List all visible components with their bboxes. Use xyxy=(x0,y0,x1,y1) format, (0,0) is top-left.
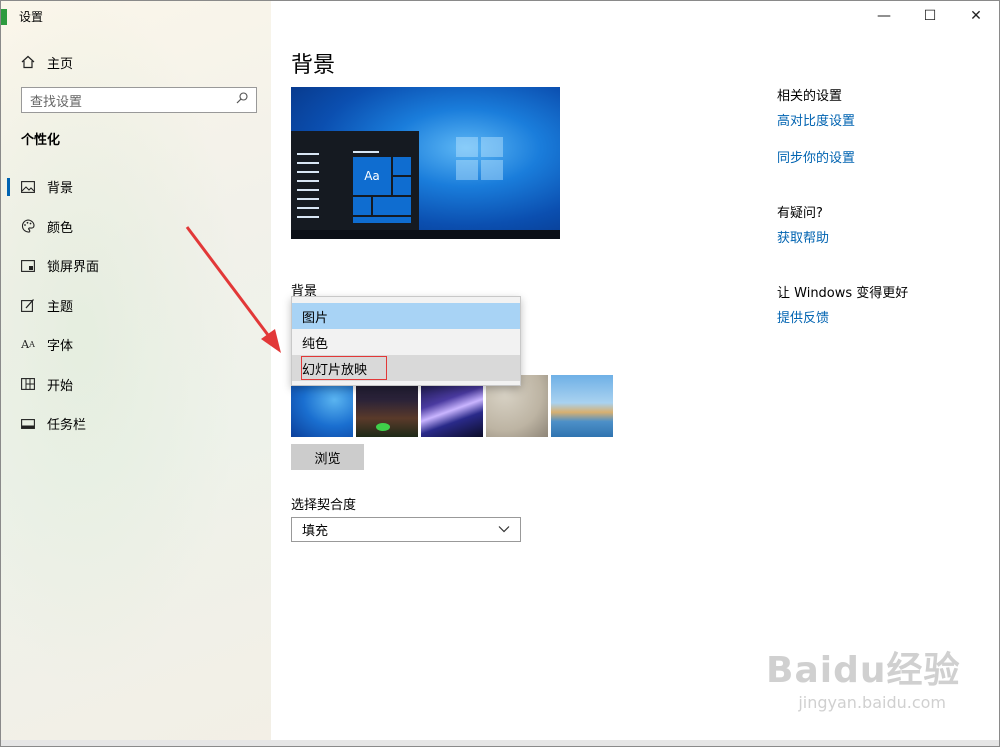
background-preview: Aa xyxy=(291,87,560,239)
taskbar-edge-indicator xyxy=(1,9,7,25)
fit-select[interactable]: 填充 xyxy=(291,517,521,542)
sidebar-item-label: 背景 xyxy=(47,181,74,197)
watermark-brand: Baidu经验 xyxy=(766,650,961,691)
sidebar: 设置 主页 查找设置 个性化 背景 颜色 锁屏界面 主题 A A 字体 开始 任… xyxy=(1,1,271,746)
preview-header-line xyxy=(353,151,379,153)
sidebar-item-start[interactable]: 开始 xyxy=(1,365,271,405)
bottom-edge xyxy=(1,740,999,746)
question-header: 有疑问? xyxy=(777,206,823,221)
annotation-highlight-box xyxy=(301,356,387,380)
annotation-arrow xyxy=(185,226,281,353)
high-contrast-link[interactable]: 高对比度设置 xyxy=(777,110,987,129)
font-icon: AA xyxy=(21,338,35,352)
theme-icon xyxy=(21,298,35,313)
preview-tile xyxy=(393,177,411,195)
fit-label: 选择契合度 xyxy=(291,498,357,513)
sidebar-item-taskbar[interactable]: 任务栏 xyxy=(1,404,271,444)
chevron-down-icon xyxy=(498,522,510,537)
fit-select-value: 填充 xyxy=(302,524,329,539)
get-help-link[interactable]: 获取帮助 xyxy=(777,227,987,246)
home-icon xyxy=(21,55,35,69)
image-icon xyxy=(21,180,35,194)
sidebar-item-label: 开始 xyxy=(47,378,74,394)
close-button[interactable]: ✕ xyxy=(953,1,999,31)
sidebar-item-label: 颜色 xyxy=(47,220,74,236)
improve-windows-header: 让 Windows 变得更好 xyxy=(777,286,909,301)
preview-tile xyxy=(393,157,411,175)
sidebar-item-label: 任务栏 xyxy=(47,418,87,434)
related-settings-header: 相关的设置 xyxy=(777,89,843,104)
taskbar-icon xyxy=(21,417,35,431)
settings-window: 设置 主页 查找设置 个性化 背景 颜色 锁屏界面 主题 A A 字体 开始 任… xyxy=(0,0,1000,747)
start-icon xyxy=(21,377,35,391)
minimize-button[interactable]: — xyxy=(861,1,907,31)
preview-taskbar xyxy=(291,230,560,239)
search-placeholder: 查找设置 xyxy=(30,94,83,110)
window-title: 设置 xyxy=(19,10,44,24)
windows-logo-icon xyxy=(456,137,504,181)
start-menu-list-preview xyxy=(297,153,319,225)
preview-tile xyxy=(373,197,411,215)
nav-home-label: 主页 xyxy=(47,56,74,72)
preview-tile xyxy=(353,197,371,215)
sidebar-item-label: 字体 xyxy=(47,339,74,355)
watermark-url: jingyan.baidu.com xyxy=(798,693,946,712)
feedback-link[interactable]: 提供反馈 xyxy=(777,307,987,326)
preview-tile xyxy=(353,217,411,223)
dropdown-option-solid-color[interactable]: 纯色 xyxy=(292,329,520,355)
window-controls: — ☐ ✕ xyxy=(861,1,999,31)
sidebar-item-label: 主题 xyxy=(47,299,74,315)
related-settings-panel: 相关的设置 高对比度设置 同步你的设置 有疑问? 获取帮助 让 Windows … xyxy=(777,85,987,344)
sidebar-item-label: 锁屏界面 xyxy=(47,260,100,276)
baidu-watermark: Baidu经验 jingyan.baidu.com xyxy=(766,641,960,712)
page-title: 背景 xyxy=(291,53,336,78)
lockscreen-icon xyxy=(21,259,35,273)
sync-settings-link[interactable]: 同步你的设置 xyxy=(777,147,987,166)
search-input[interactable]: 查找设置 xyxy=(21,87,257,113)
browse-button[interactable]: 浏览 xyxy=(291,444,364,470)
palette-icon xyxy=(21,219,35,233)
section-header: 个性化 xyxy=(21,133,61,148)
nav-home[interactable]: 主页 xyxy=(21,51,73,73)
preview-tile-text: Aa xyxy=(353,157,391,195)
sidebar-item-background[interactable]: 背景 xyxy=(1,167,271,207)
search-icon xyxy=(236,92,248,108)
dropdown-option-picture[interactable]: 图片 xyxy=(292,303,520,329)
image-thumbnail[interactable] xyxy=(551,375,613,437)
maximize-button[interactable]: ☐ xyxy=(907,1,953,31)
